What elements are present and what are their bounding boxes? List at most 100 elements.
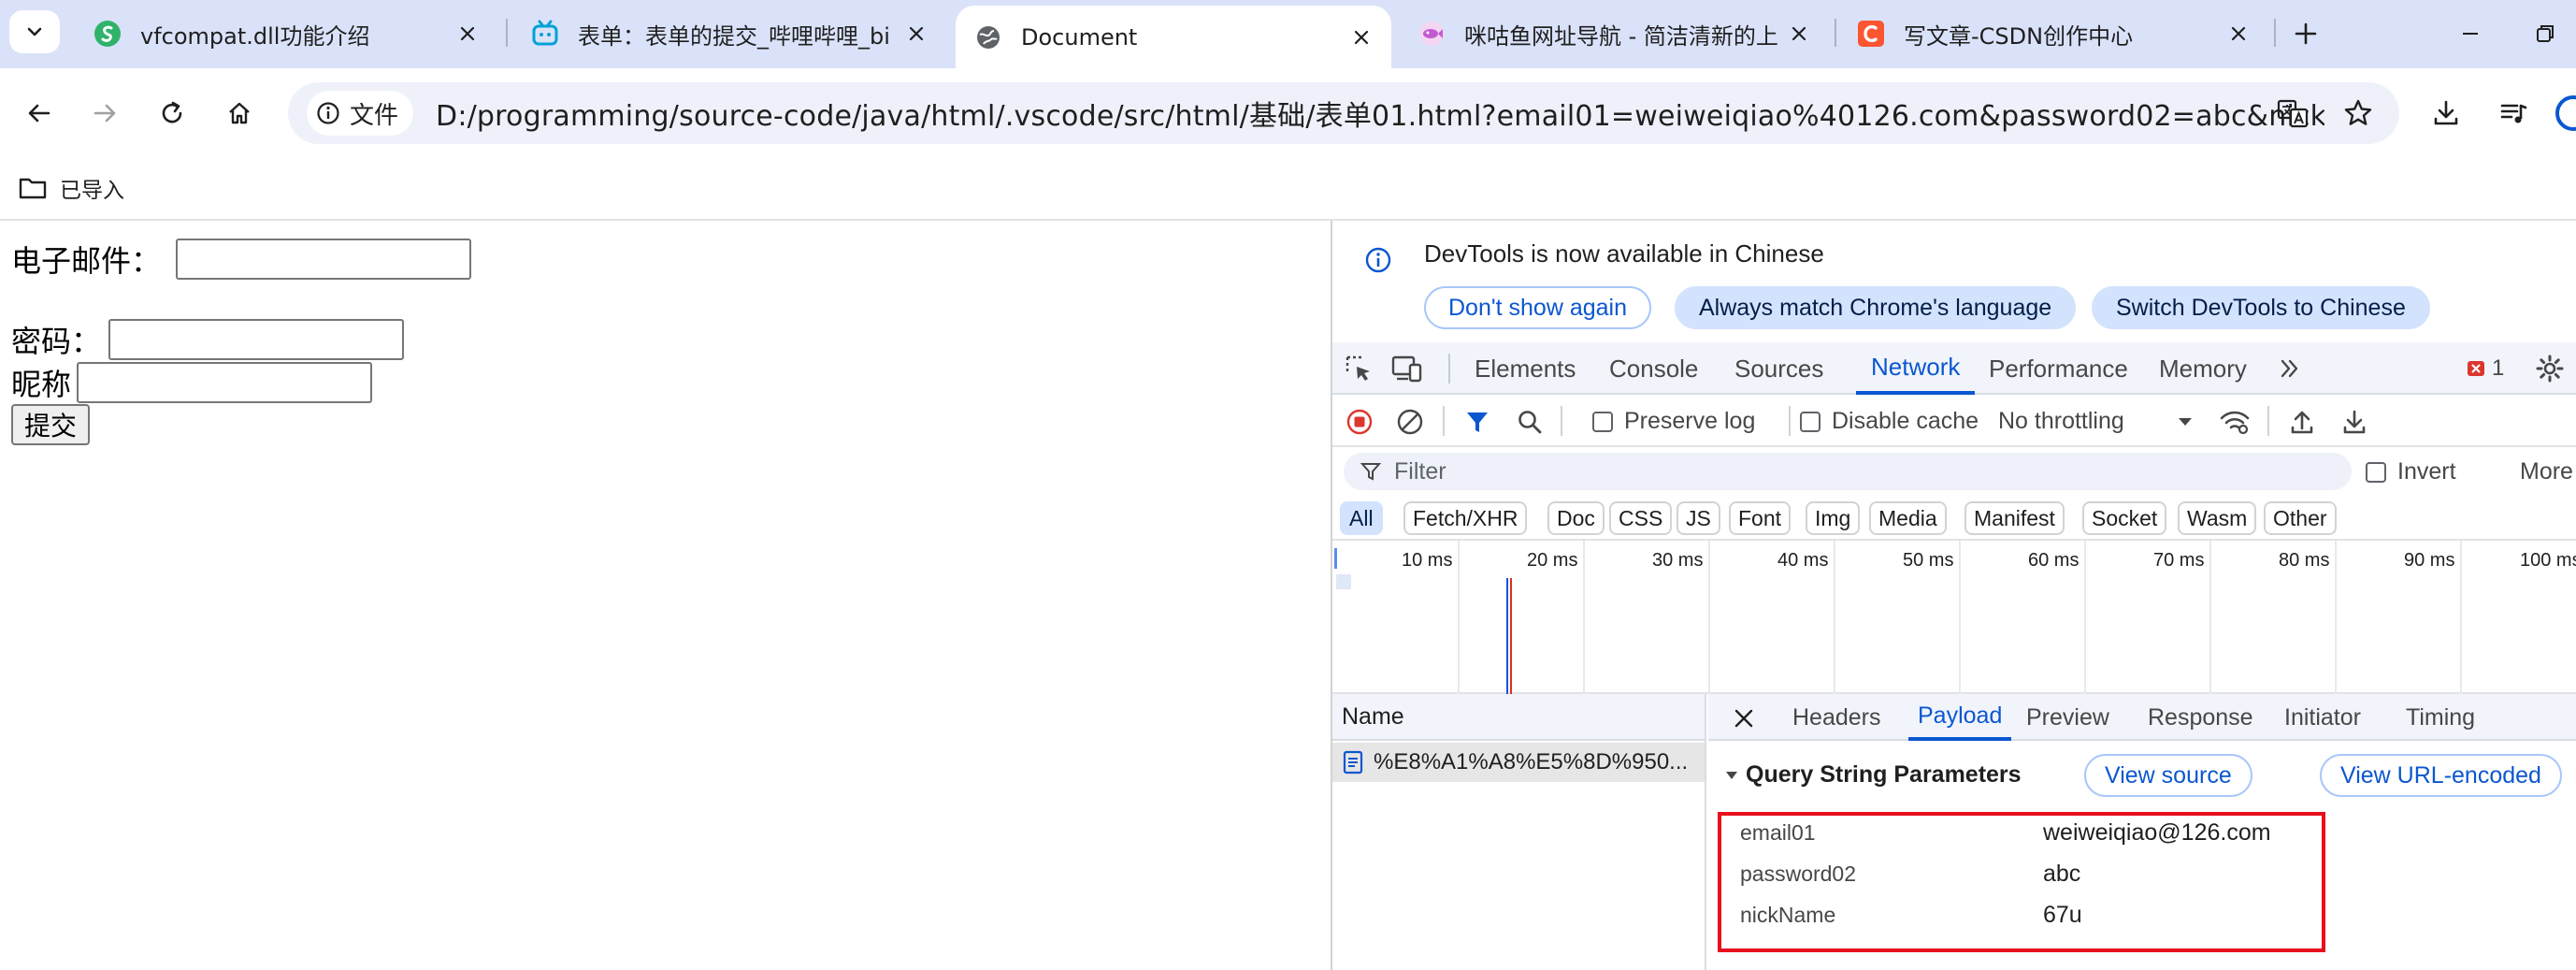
highlighted-parameters-box: email01 weiweiqiao@126.com password02 ab… — [1718, 812, 2325, 952]
download-icon — [2431, 98, 2461, 128]
request-row[interactable]: %E8%A1%A8%E5%8D%950... — [1332, 743, 1705, 782]
caret-down-icon — [2177, 416, 2194, 427]
type-filter-media[interactable]: Media — [1869, 501, 1947, 535]
inspect-element-button[interactable] — [1344, 354, 1374, 384]
tab-timing[interactable]: Timing — [2406, 694, 2475, 741]
preserve-log-label: Preserve log — [1624, 408, 1756, 434]
switch-devtools-chinese-button[interactable]: Switch DevTools to Chinese — [2092, 286, 2430, 329]
clear-icon — [1396, 408, 1424, 436]
type-filter-font[interactable]: Font — [1729, 501, 1792, 535]
type-filter-fetch-xhr[interactable]: Fetch/XHR — [1403, 501, 1528, 535]
profile-button[interactable] — [2553, 91, 2576, 136]
tab-elements[interactable]: Elements — [1475, 342, 1576, 395]
tab-bilibili[interactable]: 表单：表单的提交_哔哩哔哩_bi — [512, 8, 946, 59]
info-icon — [316, 101, 340, 125]
minimize-button[interactable] — [2450, 13, 2491, 54]
disable-cache-checkbox[interactable]: Disable cache — [1800, 408, 1979, 435]
view-url-encoded-button[interactable]: View URL-encoded — [2320, 754, 2562, 797]
view-source-button[interactable]: View source — [2084, 754, 2252, 797]
tab-payload[interactable]: Payload — [1908, 694, 2012, 741]
media-controls-button[interactable] — [2491, 91, 2536, 136]
tab-performance[interactable]: Performance — [1989, 342, 2128, 395]
triangle-down-icon — [1725, 771, 1738, 780]
settings-button[interactable] — [2535, 354, 2565, 384]
tab-csdn[interactable]: 写文章-CSDN创作中心 — [1838, 8, 2268, 59]
address-bar[interactable]: 文件 D:/programming/source-code/java/html/… — [288, 82, 2399, 144]
name-column-header[interactable]: Name — [1332, 694, 1705, 741]
tab-separator — [1835, 19, 1836, 47]
site-info-label: 文件 — [350, 101, 399, 130]
downloads-button[interactable] — [2424, 91, 2468, 136]
tab-document[interactable]: Document — [956, 6, 1391, 68]
type-filter-wasm[interactable]: Wasm — [2178, 501, 2257, 535]
new-tab-button[interactable] — [2281, 13, 2330, 54]
more-tabs-button[interactable] — [2275, 354, 2305, 384]
password-input[interactable] — [108, 319, 405, 360]
forward-button[interactable] — [82, 91, 127, 136]
close-icon[interactable] — [451, 17, 484, 51]
type-filter-all[interactable]: All — [1340, 501, 1383, 535]
device-mode-icon — [1391, 354, 1423, 384]
type-filter-css[interactable]: CSS — [1609, 501, 1673, 535]
tab-vfcompat[interactable]: vfcompat.dll功能介绍 — [75, 8, 497, 59]
timeline-label: 50 ms — [1903, 550, 1954, 571]
site-info-chip[interactable]: 文件 — [307, 91, 414, 136]
translate-button[interactable] — [2270, 91, 2315, 136]
close-icon[interactable] — [899, 17, 933, 51]
home-button[interactable] — [217, 91, 262, 136]
preserve-log-checkbox[interactable]: Preserve log — [1592, 408, 1755, 435]
search-button[interactable] — [1514, 406, 1546, 438]
clear-button[interactable] — [1394, 406, 1426, 438]
import-har-button[interactable] — [2286, 406, 2318, 438]
invert-checkbox[interactable]: Invert — [2366, 458, 2456, 485]
tab-sources[interactable]: Sources — [1734, 342, 1823, 395]
timeline-label: 40 ms — [1777, 550, 1829, 571]
restore-button[interactable] — [2525, 13, 2566, 54]
dont-show-again-button[interactable]: Don't show again — [1424, 286, 1652, 329]
throttling-select[interactable]: No throttling — [1998, 408, 2194, 435]
export-har-button[interactable] — [2339, 406, 2370, 438]
param-row: email01 weiweiqiao@126.com — [1740, 819, 2271, 847]
back-button[interactable] — [17, 91, 62, 136]
tab-console[interactable]: Console — [1609, 342, 1698, 395]
close-icon[interactable] — [2222, 17, 2255, 51]
always-match-language-button[interactable]: Always match Chrome's language — [1675, 286, 2077, 329]
type-filter-doc[interactable]: Doc — [1547, 501, 1605, 535]
tab-network[interactable]: Network — [1856, 342, 1976, 395]
network-conditions-button[interactable] — [2219, 406, 2251, 438]
submit-button[interactable]: 提交 — [11, 404, 91, 445]
bookmark-folder-imported[interactable]: 已导入 — [19, 167, 124, 209]
filter-input[interactable]: Filter — [1344, 453, 2352, 490]
bookmark-star-button[interactable] — [2336, 91, 2381, 136]
tab-initiator[interactable]: Initiator — [2284, 694, 2361, 741]
reload-button[interactable] — [150, 91, 194, 136]
type-filter-manifest[interactable]: Manifest — [1964, 501, 2065, 535]
nickname-label: 昵称 — [11, 367, 72, 402]
timeline-label: 60 ms — [2028, 550, 2080, 571]
stop-recording-button[interactable] — [1344, 406, 1375, 438]
more-filters-dropdown[interactable]: More filters — [2520, 458, 2576, 485]
close-icon[interactable] — [1782, 17, 1816, 51]
tab-preview[interactable]: Preview — [2026, 694, 2109, 741]
filter-toggle-button[interactable] — [1461, 406, 1493, 438]
info-icon — [1364, 246, 1392, 274]
tab-migu-nav[interactable]: 咪咕鱼网址导航 - 简洁清新的上 — [1399, 8, 1829, 59]
tab-response[interactable]: Response — [2148, 694, 2253, 741]
invert-label: Invert — [2397, 458, 2456, 485]
email-input[interactable] — [176, 239, 472, 280]
error-counter[interactable]: 1 — [2466, 355, 2504, 382]
nickname-input[interactable] — [77, 362, 373, 403]
tab-headers[interactable]: Headers — [1792, 694, 1881, 741]
tab-search-button[interactable] — [9, 10, 60, 53]
type-filter-js[interactable]: JS — [1677, 501, 1720, 535]
tab-memory[interactable]: Memory — [2159, 342, 2247, 395]
query-string-parameters-section[interactable]: Query String Parameters — [1725, 761, 2022, 789]
type-filter-socket[interactable]: Socket — [2082, 501, 2167, 535]
type-filter-img[interactable]: Img — [1806, 501, 1861, 535]
close-detail-button[interactable] — [1731, 705, 1757, 731]
type-filter-other[interactable]: Other — [2264, 501, 2337, 535]
fish-icon — [1418, 20, 1446, 48]
param-key: password02 — [1740, 861, 1857, 886]
device-toolbar-button[interactable] — [1391, 354, 1423, 384]
close-icon[interactable] — [1345, 21, 1378, 54]
